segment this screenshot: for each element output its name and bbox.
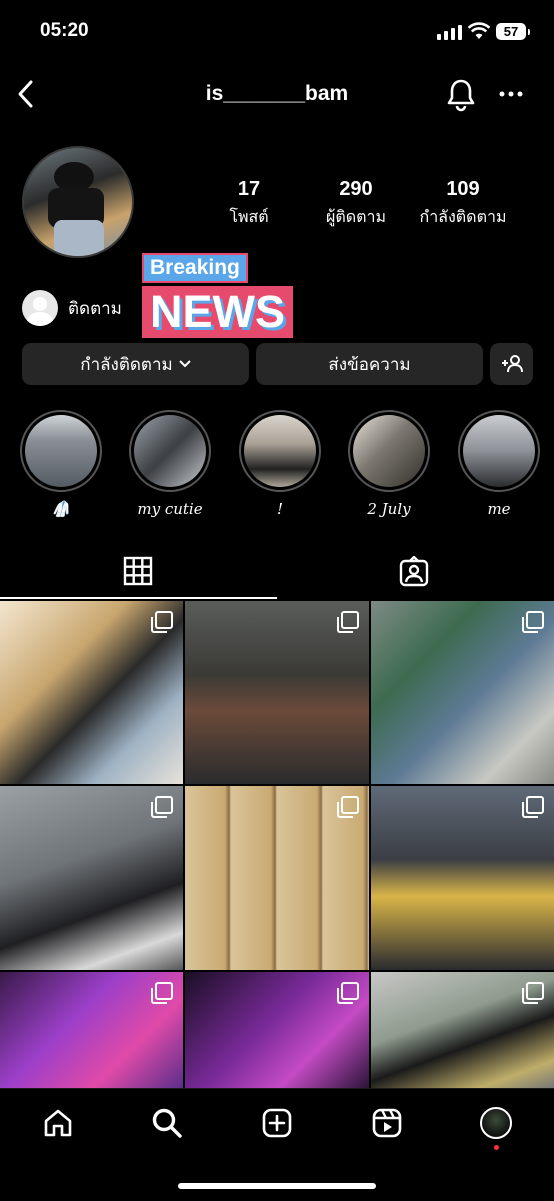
carousel-icon	[337, 796, 359, 818]
more-options-icon[interactable]	[499, 84, 523, 104]
post-thumbnail[interactable]	[371, 972, 554, 1088]
following-label: กำลังติดตาม	[419, 207, 507, 226]
carousel-icon	[151, 982, 173, 1004]
cellular-signal-icon	[437, 25, 462, 40]
suggest-people-button[interactable]	[490, 343, 533, 385]
follower-avatar	[22, 290, 58, 326]
highlight-item[interactable]: me	[456, 410, 542, 518]
carousel-icon	[151, 611, 173, 633]
status-time: 05:20	[40, 20, 89, 41]
highlight-caption: my cutie	[137, 500, 203, 518]
highlight-cover	[463, 415, 535, 487]
notification-dot	[494, 1145, 499, 1150]
highlight-cover	[134, 415, 206, 487]
post-thumbnail[interactable]	[0, 601, 183, 784]
carousel-icon	[337, 611, 359, 633]
create-post-icon[interactable]	[261, 1107, 293, 1139]
notification-bell-icon[interactable]	[446, 78, 476, 112]
followed-by-text: ติดตาม	[68, 298, 122, 319]
breaking-news-sticker-bottom: NEWS	[142, 286, 293, 338]
highlight-cover	[244, 415, 316, 487]
post-thumbnail[interactable]	[0, 786, 183, 970]
search-icon[interactable]	[151, 1107, 183, 1139]
post-thumbnail[interactable]	[371, 601, 554, 784]
highlight-item[interactable]: 2 July	[346, 410, 432, 518]
highlight-item[interactable]: !	[237, 410, 323, 518]
highlight-item[interactable]: my cutie	[127, 410, 213, 518]
following-button-label: กำลังติดตาม	[80, 354, 173, 375]
post-thumbnail[interactable]	[371, 786, 554, 970]
active-tab-indicator	[0, 597, 277, 599]
highlight-caption: me	[487, 500, 511, 518]
highlight-caption: 2 July	[367, 500, 411, 518]
highlight-caption: !	[276, 500, 284, 518]
carousel-icon	[522, 796, 544, 818]
home-icon[interactable]	[42, 1107, 74, 1139]
home-indicator	[178, 1183, 376, 1189]
carousel-icon	[522, 982, 544, 1004]
wifi-icon	[468, 22, 490, 39]
highlight-cover	[25, 415, 97, 487]
battery-indicator: 57	[496, 23, 530, 40]
highlight-item[interactable]: 🥼	[18, 410, 104, 518]
post-thumbnail[interactable]	[0, 972, 183, 1088]
tagged-icon[interactable]	[398, 556, 430, 588]
carousel-icon	[522, 611, 544, 633]
message-button[interactable]: ส่งข้อความ	[256, 343, 483, 385]
profile-avatar[interactable]	[22, 146, 134, 258]
post-thumbnail[interactable]	[185, 601, 369, 784]
followed-by-row[interactable]: ติดตาม	[22, 290, 122, 326]
grid-icon[interactable]	[123, 556, 153, 586]
breaking-news-sticker-top: Breaking	[142, 253, 248, 283]
post-thumbnail[interactable]	[185, 786, 369, 970]
carousel-icon	[151, 796, 173, 818]
add-person-icon	[501, 355, 523, 373]
stat-following[interactable]: 109 กำลังติดตาม	[398, 178, 528, 230]
carousel-icon	[337, 982, 359, 1004]
highlight-cover	[353, 415, 425, 487]
profile-tab-avatar[interactable]	[480, 1107, 512, 1139]
chevron-down-icon	[179, 360, 191, 368]
reels-icon[interactable]	[371, 1107, 403, 1139]
post-thumbnail[interactable]	[185, 972, 369, 1088]
following-count: 109	[446, 178, 480, 200]
message-button-label: ส่งข้อความ	[328, 354, 411, 375]
following-button[interactable]: กำลังติดตาม	[22, 343, 249, 385]
highlight-caption: 🥼	[51, 500, 71, 518]
